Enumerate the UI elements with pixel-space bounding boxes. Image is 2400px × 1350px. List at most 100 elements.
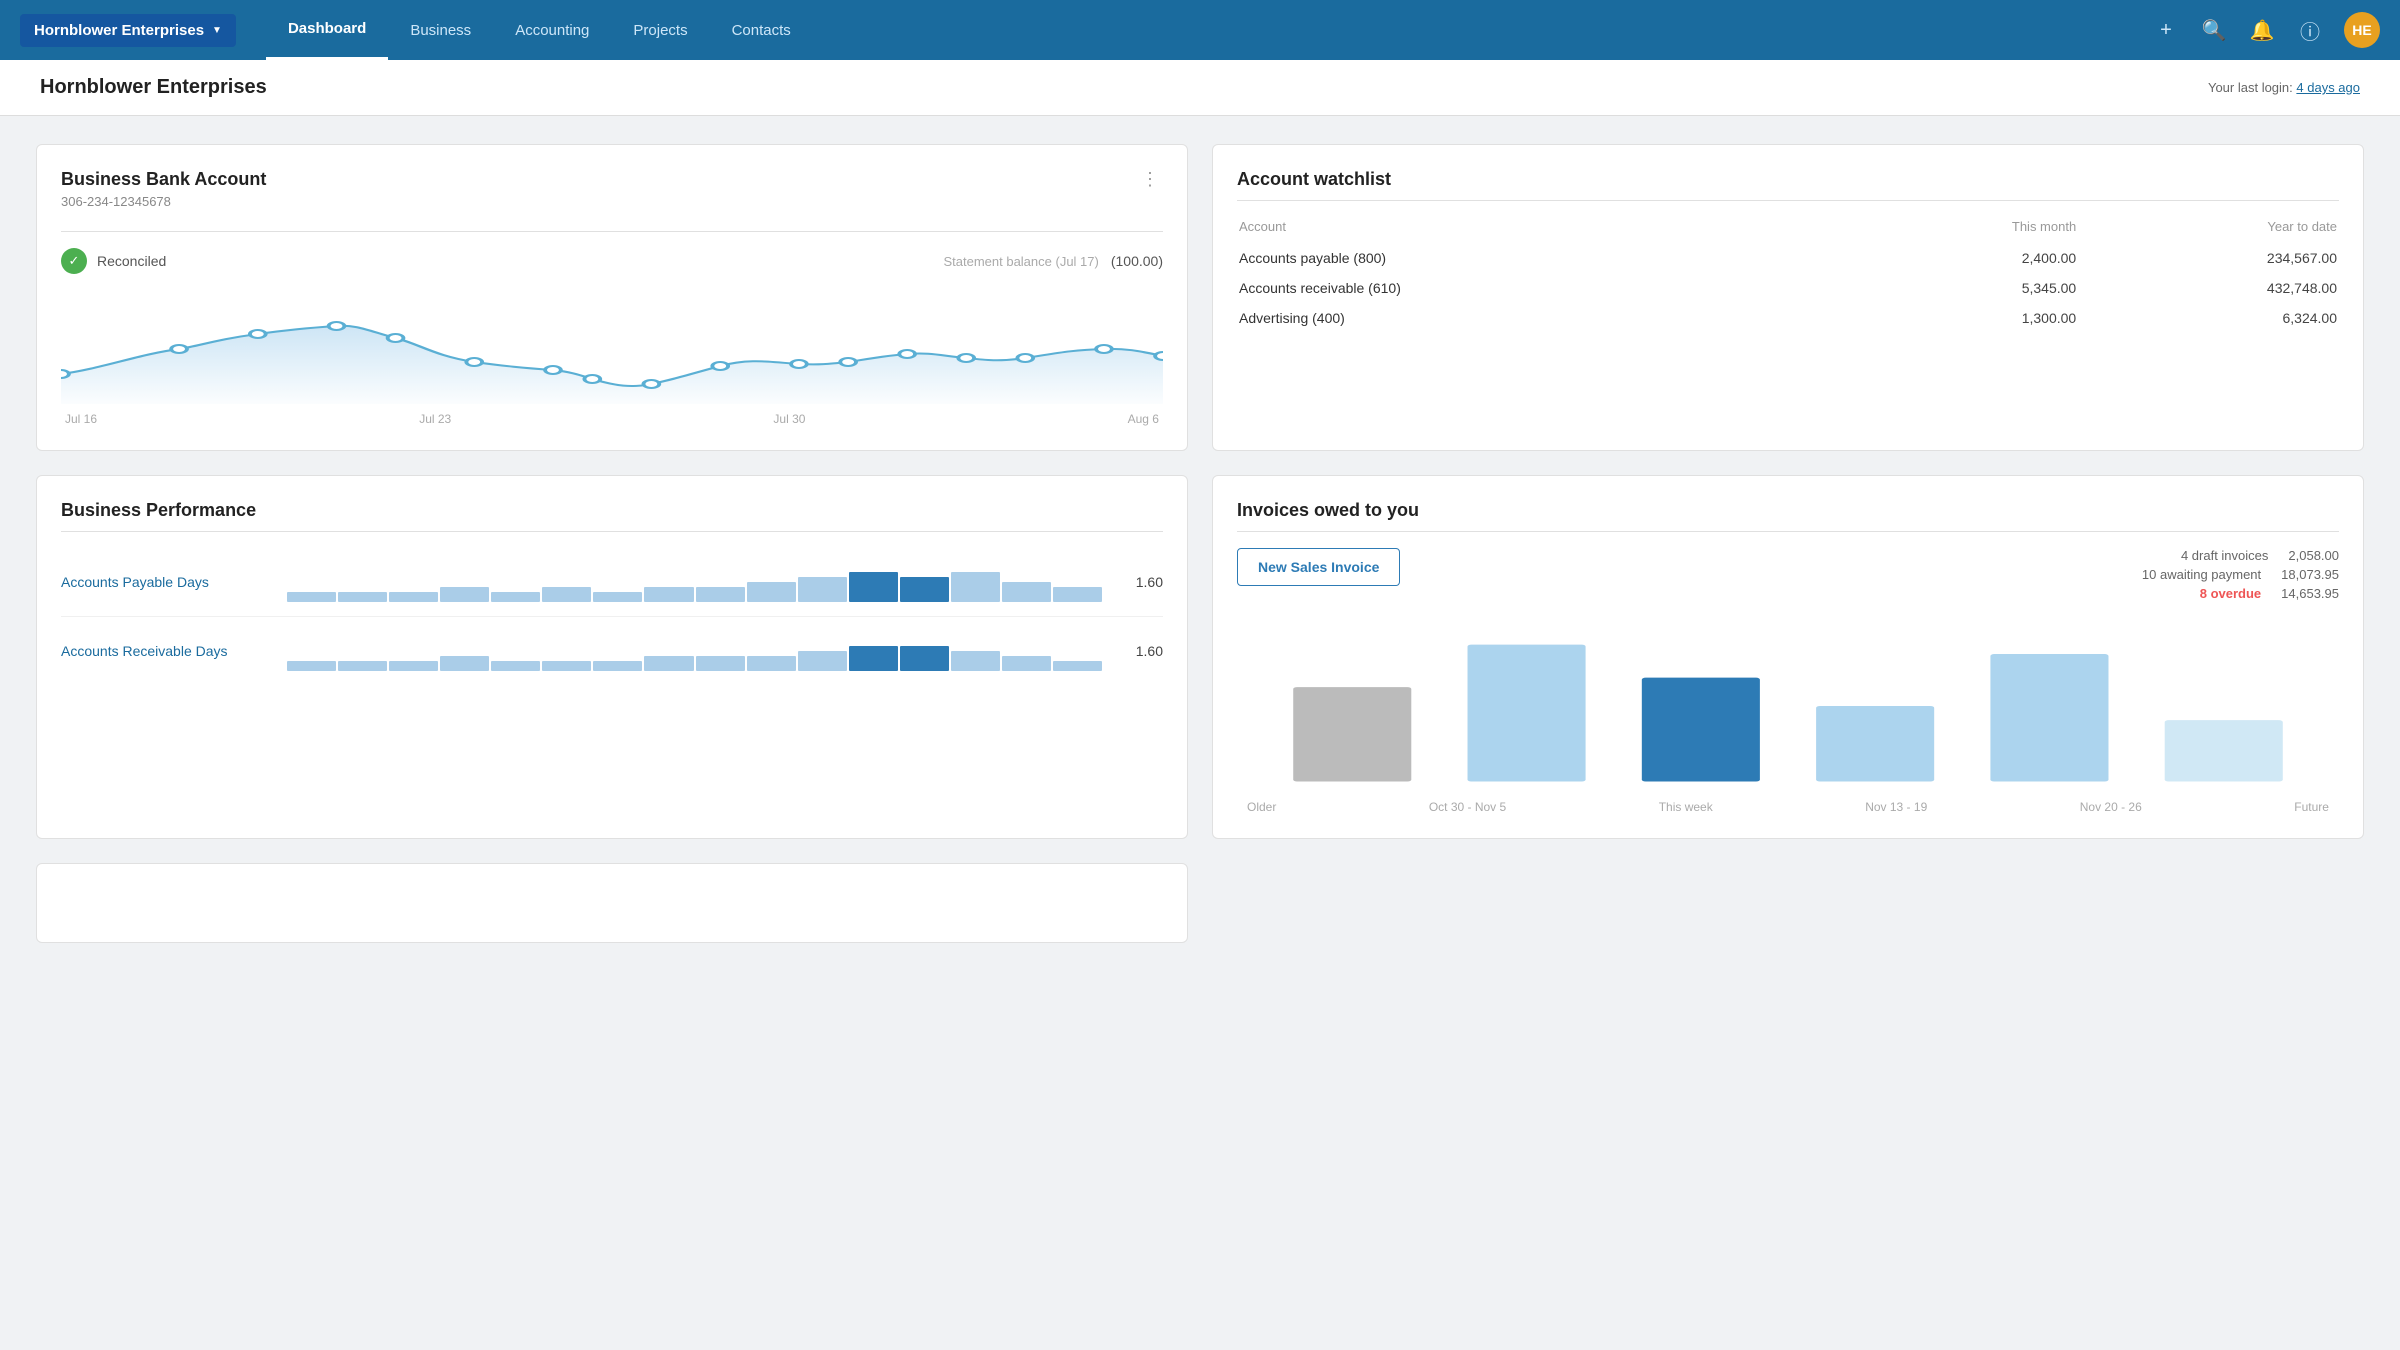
bank-card-title: Business Bank Account: [61, 169, 266, 190]
nav-link-accounting[interactable]: Accounting: [493, 0, 611, 60]
chart-dot: [61, 370, 69, 378]
chart-dot: [545, 366, 561, 374]
bar-chart-label: Older: [1247, 800, 1276, 814]
add-icon[interactable]: +: [2152, 16, 2180, 44]
perf-bar: [338, 661, 387, 671]
perf-bars: [287, 631, 1102, 671]
new-invoice-button[interactable]: New Sales Invoice: [1237, 548, 1400, 586]
bar-chart-label: Nov 13 - 19: [1865, 800, 1927, 814]
last-login-link[interactable]: 4 days ago: [2296, 80, 2360, 95]
watchlist-title: Account watchlist: [1237, 169, 2339, 190]
nav-link-projects[interactable]: Projects: [611, 0, 709, 60]
invoice-summary-row: 4 draft invoices 2,058.00: [2142, 548, 2339, 563]
brand-logo[interactable]: Hornblower Enterprises ▼: [20, 14, 236, 47]
nav-link-dashboard[interactable]: Dashboard: [266, 0, 388, 60]
chart-label-aug6: Aug 6: [1128, 412, 1159, 426]
watchlist-ytd: 6,324.00: [2078, 304, 2337, 332]
chart-area: [61, 326, 1163, 404]
perf-bar: [389, 661, 438, 671]
help-icon[interactable]: ⓘ: [2296, 16, 2324, 44]
reconcile-check-icon: ✓: [61, 248, 87, 274]
perf-label[interactable]: Accounts Payable Days: [61, 574, 271, 590]
perf-bar: [696, 656, 745, 671]
bank-menu-icon[interactable]: ⋮: [1137, 169, 1163, 190]
line-chart-svg: [61, 284, 1163, 404]
bar-chart-bar[interactable]: [1816, 706, 1934, 782]
bank-account-number: 306-234-12345678: [61, 194, 266, 209]
chart-dot: [250, 330, 266, 338]
reconcile-left: ✓ Reconciled: [61, 248, 166, 274]
performance-title: Business Performance: [61, 500, 1163, 521]
last-login-prefix: Your last login:: [2208, 80, 2296, 95]
watchlist-ytd: 234,567.00: [2078, 244, 2337, 272]
bar-chart-bar[interactable]: [1990, 654, 2108, 782]
chart-dot: [899, 350, 915, 358]
invoice-summary-row: 10 awaiting payment 18,073.95: [2142, 567, 2339, 582]
chart-dot: [329, 322, 345, 330]
invoice-summary-amount: 14,653.95: [2281, 586, 2339, 601]
perf-bar: [747, 582, 796, 602]
bar-chart-bar[interactable]: [1468, 645, 1586, 782]
perf-bar: [747, 656, 796, 671]
page-title: Hornblower Enterprises: [40, 76, 267, 99]
perf-bar: [696, 587, 745, 602]
chart-label-jul30: Jul 30: [773, 412, 805, 426]
perf-bar: [491, 661, 540, 671]
bank-divider: [61, 231, 1163, 232]
nav-link-business[interactable]: Business: [388, 0, 493, 60]
bar-chart-bar[interactable]: [1293, 687, 1411, 781]
watchlist-this-month: 1,300.00: [1839, 304, 2076, 332]
watchlist-this-month: 2,400.00: [1839, 244, 2076, 272]
watchlist-row: Accounts receivable (610) 5,345.00 432,7…: [1239, 274, 2337, 302]
main-nav: Hornblower Enterprises ▼ Dashboard Busin…: [0, 0, 2400, 60]
perf-bar: [389, 592, 438, 602]
invoices-title: Invoices owed to you: [1237, 500, 2339, 521]
user-avatar[interactable]: HE: [2344, 12, 2380, 48]
invoice-summary-label: 4 draft invoices: [2181, 548, 2268, 563]
perf-bar: [849, 572, 898, 602]
perf-label[interactable]: Accounts Receivable Days: [61, 643, 271, 659]
chart-dot: [643, 380, 659, 388]
search-icon[interactable]: 🔍: [2200, 16, 2228, 44]
bank-title-group: Business Bank Account 306-234-12345678: [61, 169, 266, 221]
performance-row: Accounts Receivable Days 1.60: [61, 617, 1163, 685]
chart-label-jul16: Jul 16: [65, 412, 97, 426]
watchlist-divider: [1237, 200, 2339, 201]
performance-row: Accounts Payable Days 1.60: [61, 548, 1163, 617]
chart-dot: [1096, 345, 1112, 353]
bell-icon[interactable]: 🔔: [2248, 16, 2276, 44]
statement-label: Statement balance (Jul 17): [943, 254, 1098, 269]
last-login: Your last login: 4 days ago: [2208, 80, 2360, 95]
bar-chart-bar[interactable]: [1642, 678, 1760, 782]
col-ytd: Year to date: [2078, 219, 2337, 242]
performance-rows: Accounts Payable Days 1.60Accounts Recei…: [61, 548, 1163, 685]
invoice-summary-amount: 18,073.95: [2281, 567, 2339, 582]
perf-bar: [338, 592, 387, 602]
watchlist-account: Accounts receivable (610): [1239, 274, 1837, 302]
perf-bar: [287, 592, 336, 602]
bar-chart-label: Oct 30 - Nov 5: [1429, 800, 1506, 814]
bar-chart-labels: OlderOct 30 - Nov 5This weekNov 13 - 19N…: [1237, 800, 2339, 814]
nav-link-contacts[interactable]: Contacts: [710, 0, 813, 60]
chart-dot: [584, 375, 600, 383]
bar-chart-label: Future: [2294, 800, 2329, 814]
bar-chart-label: This week: [1659, 800, 1713, 814]
perf-bar: [593, 661, 642, 671]
watchlist-row: Accounts payable (800) 2,400.00 234,567.…: [1239, 244, 2337, 272]
performance-card: Business Performance Accounts Payable Da…: [36, 475, 1188, 839]
perf-bar: [644, 587, 693, 602]
chart-dot: [840, 358, 856, 366]
perf-bar: [440, 587, 489, 602]
chart-dot: [1017, 354, 1033, 362]
col-this-month: This month: [1839, 219, 2076, 242]
invoice-summary-amount: 2,058.00: [2288, 548, 2339, 563]
perf-value: 1.60: [1118, 574, 1163, 590]
watchlist-row: Advertising (400) 1,300.00 6,324.00: [1239, 304, 2337, 332]
reconcile-row: ✓ Reconciled Statement balance (Jul 17) …: [61, 248, 1163, 274]
brand-arrow: ▼: [212, 25, 222, 36]
invoices-divider: [1237, 531, 2339, 532]
reconcile-label: Reconciled: [97, 253, 166, 269]
bar-chart-bar[interactable]: [2165, 720, 2283, 781]
chart-x-labels: Jul 16 Jul 23 Jul 30 Aug 6: [61, 412, 1163, 426]
invoice-summary-label: 10 awaiting payment: [2142, 567, 2261, 582]
